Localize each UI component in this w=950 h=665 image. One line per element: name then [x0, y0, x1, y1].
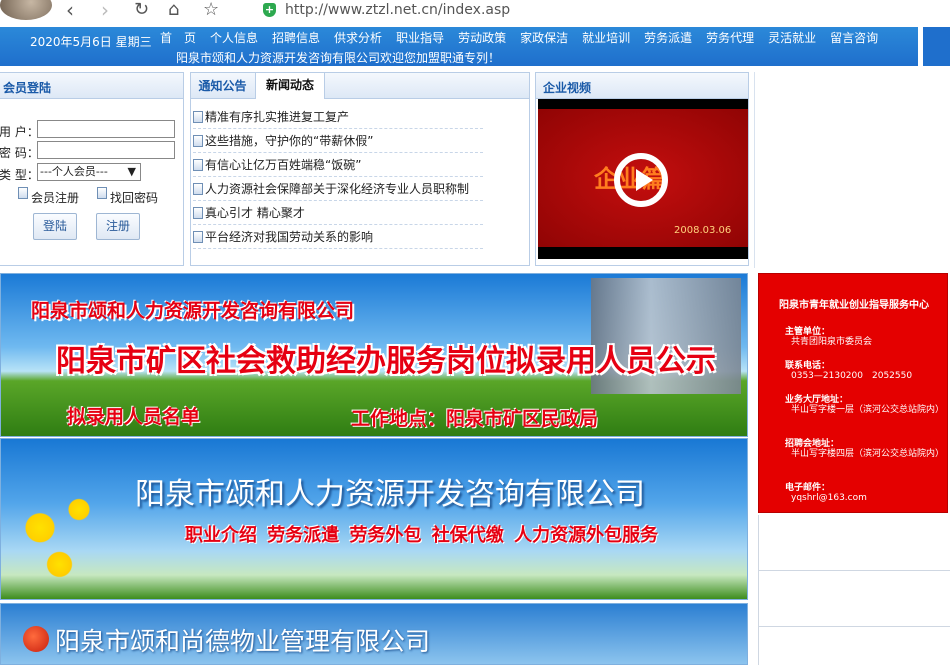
nav-item-supply[interactable]: 供求分析: [334, 31, 382, 45]
username-input[interactable]: [37, 120, 175, 138]
doc-icon: [193, 231, 203, 243]
password-input[interactable]: [37, 141, 175, 159]
center-title: 阳泉市青年就业创业指导服务中心: [779, 300, 929, 311]
nav-item-home[interactable]: 首 页: [160, 31, 196, 45]
news-item[interactable]: 这些措施，守护你的“带薪休假”: [193, 129, 483, 153]
flowers-image: [1, 479, 131, 599]
chevron-down-icon: ▼: [127, 165, 136, 178]
browser-toolbar: ‹ › ↻ ⌂ ☆ + http://www.ztzl.net.cn/index…: [0, 0, 950, 24]
video-screen-date: 2008.03.06: [674, 225, 732, 236]
news-item[interactable]: 平台经济对我国劳动关系的影响: [193, 225, 483, 249]
banner2-services: 职业介绍 劳务派遣 劳务外包 社保代缴 人力资源外包服务: [185, 525, 659, 546]
header-side-block: [923, 27, 950, 66]
banner-recruitment-notice[interactable]: 阳泉市颂和人力资源开发咨询有限公司 阳泉市矿区社会救助经办服务岗位拟录用人员公示…: [0, 273, 748, 437]
login-panel-header: 会员登陆: [0, 73, 183, 99]
divider: [758, 626, 950, 627]
nav-item-agency[interactable]: 劳务代理: [706, 31, 754, 45]
forward-icon[interactable]: ›: [101, 0, 109, 22]
divider: [758, 570, 950, 571]
member-type-value: ---个人会员---: [40, 165, 108, 178]
login-panel-title: 会员登陆: [3, 81, 52, 95]
doc-icon: [193, 159, 203, 171]
hall-address-value: 半山写字楼一层（滨河公交总站院内）: [791, 405, 945, 415]
register-doc-icon: [18, 187, 28, 199]
news-tabs: 通知公告 新闻动态: [191, 73, 529, 99]
password-label: 密 码：: [0, 146, 39, 160]
shield-icon[interactable]: +: [263, 3, 276, 17]
nav-item-training[interactable]: 就业培训: [582, 31, 630, 45]
nav-item-flexible[interactable]: 灵活就业: [768, 31, 816, 45]
recover-password-link[interactable]: 找回密码: [110, 189, 158, 206]
login-panel: 会员登陆 用 户： 密 码： 类 型： ---个人会员--- ▼ 会员注册 找回密…: [0, 72, 184, 266]
nav-item-housekeeping[interactable]: 家政保洁: [520, 31, 568, 45]
nav-item-policy[interactable]: 劳动政策: [458, 31, 506, 45]
header-nav-band: 2020年5月6日 星期三 首 页个人信息 招聘信息 供求分析 职业指导 劳动政策 家政保…: [0, 27, 918, 66]
banner1-title: 阳泉市矿区社会救助经办服务岗位拟录用人员公示: [56, 344, 716, 379]
video-screen[interactable]: 企业篇 2008.03.06: [538, 109, 748, 247]
news-item-title[interactable]: 真心引才 精心聚才: [205, 206, 305, 220]
doc-icon: [193, 207, 203, 219]
right-empty-panel: [754, 72, 950, 268]
banner-hr-company[interactable]: 阳泉市颂和人力资源开发咨询有限公司 职业介绍 劳务派遣 劳务外包 社保代缴 人力…: [0, 438, 748, 600]
company-logo-icon: [23, 626, 49, 652]
tab-notices[interactable]: 通知公告: [191, 73, 254, 99]
news-item-title[interactable]: 平台经济对我国劳动关系的影响: [205, 230, 373, 244]
back-icon[interactable]: ‹: [66, 0, 74, 22]
member-type-select[interactable]: ---个人会员--- ▼: [37, 163, 141, 181]
news-item-title[interactable]: 精准有序扎实推进复工复产: [205, 110, 349, 124]
video-panel: 企业视频 企业篇 2008.03.06: [535, 72, 749, 266]
news-item[interactable]: 人力资源社会保障部关于深化经济专业人员职称制: [193, 177, 483, 201]
welcome-marquee: 阳泉市颂和人力资源开发咨询有限公司欢迎您加盟职通专列！: [176, 51, 501, 65]
nav-item-dispatch[interactable]: 劳务派遣: [644, 31, 692, 45]
nav-item-recruit[interactable]: 招聘信息: [272, 31, 320, 45]
news-item[interactable]: 有信心让亿万百姓端稳“饭碗”: [193, 153, 483, 177]
login-button[interactable]: 登陆: [33, 213, 77, 240]
video-panel-title: 企业视频: [543, 81, 592, 95]
register-link[interactable]: 会员注册: [31, 189, 79, 206]
user-label: 用 户：: [0, 125, 39, 139]
phone-value: 0353—2130200 2052550: [791, 371, 913, 381]
news-item[interactable]: 真心引才 精心聚才: [193, 201, 483, 225]
org-value: 共青团阳泉市委员会: [791, 337, 873, 347]
recruit-address-value: 半山写字楼四层（滨河公交总站院内）: [791, 449, 945, 459]
right-empty-slots: [758, 515, 950, 665]
main-nav: 首 页个人信息 招聘信息 供求分析 职业指导 劳动政策 家政保洁 就业培训 劳务派遣 劳务代理灵…: [160, 29, 892, 46]
star-icon[interactable]: ☆: [203, 0, 219, 22]
video-player[interactable]: 企业篇 2008.03.06: [538, 99, 748, 259]
banner1-company: 阳泉市颂和人力资源开发咨询有限公司: [31, 300, 355, 322]
banner3-company: 阳泉市颂和尚德物业管理有限公司: [55, 627, 431, 656]
current-date: 2020年5月6日 星期三: [30, 35, 152, 49]
recover-doc-icon: [97, 187, 107, 199]
banner1-subtitle-location: 工作地点：阳泉市矿区民政局: [351, 408, 599, 430]
news-panel: 通知公告 新闻动态 精准有序扎实推进复工复产 这些措施，守护你的“带薪休假” 有…: [190, 72, 530, 266]
avatar[interactable]: [0, 0, 52, 20]
address-bar[interactable]: http://www.ztzl.net.cn/index.asp: [285, 2, 510, 18]
nav-item-guidance[interactable]: 职业指导: [396, 31, 444, 45]
tab-news[interactable]: 新闻动态: [255, 73, 325, 99]
news-item[interactable]: 精准有序扎实推进复工复产: [193, 105, 483, 129]
reload-icon[interactable]: ↻: [134, 0, 149, 22]
news-item-title[interactable]: 有信心让亿万百姓端稳“饭碗”: [205, 158, 361, 172]
play-icon[interactable]: [614, 153, 668, 207]
youth-employment-center-box[interactable]: 阳泉市青年就业创业指导服务中心 主管单位： 共青团阳泉市委员会 联系电话： 03…: [758, 273, 948, 513]
banner-property-company[interactable]: 阳泉市颂和尚德物业管理有限公司: [0, 603, 748, 665]
doc-icon: [193, 111, 203, 123]
type-label: 类 型：: [0, 168, 39, 182]
home-icon[interactable]: ⌂: [168, 0, 179, 22]
video-panel-header: 企业视频: [536, 73, 748, 99]
banner1-subtitle-list: 拟录用人员名单: [67, 406, 201, 428]
news-item-title[interactable]: 这些措施，守护你的“带薪休假”: [205, 134, 373, 148]
nav-item-message[interactable]: 留言咨询: [830, 31, 878, 45]
email-value: yqshrl@163.com: [791, 493, 867, 503]
register-button[interactable]: 注册: [96, 213, 140, 240]
news-item-title[interactable]: 人力资源社会保障部关于深化经济专业人员职称制: [205, 182, 469, 196]
nav-item-personal[interactable]: 个人信息: [210, 31, 258, 45]
banner2-company: 阳泉市颂和人力资源开发咨询有限公司: [135, 477, 645, 512]
doc-icon: [193, 183, 203, 195]
doc-icon: [193, 135, 203, 147]
